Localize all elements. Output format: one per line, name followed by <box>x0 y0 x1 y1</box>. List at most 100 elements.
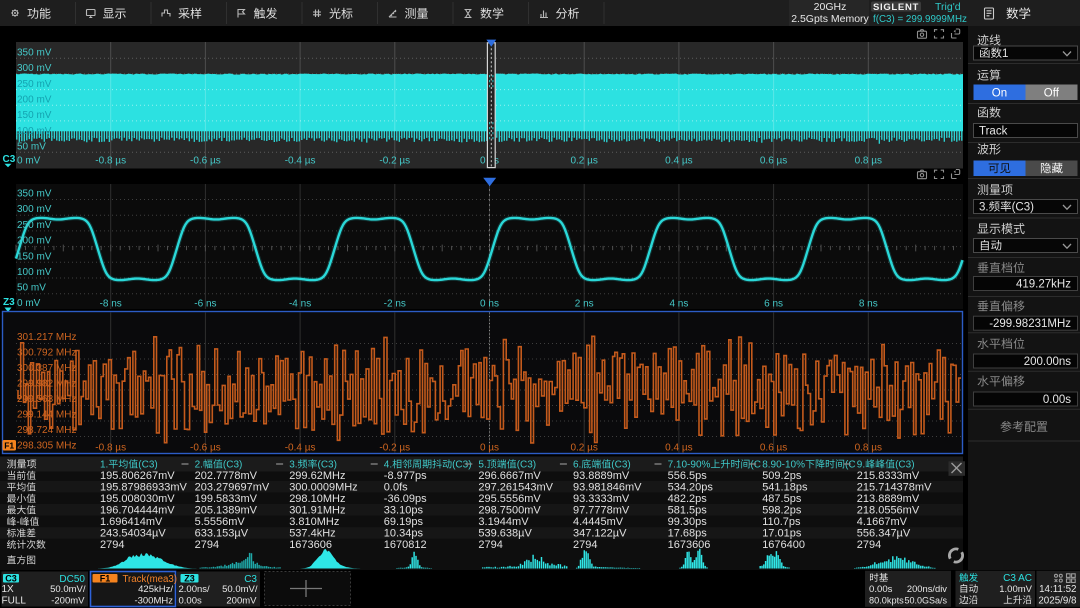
svg-text:2 ns: 2 ns <box>575 298 594 309</box>
svg-text:100 mV: 100 mV <box>17 267 52 278</box>
svg-text:1673606: 1673606 <box>668 539 711 551</box>
svg-text:300 mV: 300 mV <box>17 204 52 215</box>
svg-text:6.: 6. <box>573 460 581 471</box>
svg-text:33.10ps: 33.10ps <box>384 505 424 517</box>
svg-text:2.: 2. <box>195 460 203 471</box>
svg-text:3.1944mV: 3.1944mV <box>478 516 529 528</box>
svg-text:0.4 µs: 0.4 µs <box>665 443 692 454</box>
svg-text:298.305 MHz: 298.305 MHz <box>17 441 76 452</box>
svg-text:C3: C3 <box>5 574 17 584</box>
svg-text:0.4 µs: 0.4 µs <box>665 156 692 167</box>
svg-text:243.54034µV: 243.54034µV <box>100 528 166 540</box>
svg-text:195.806267mV: 195.806267mV <box>100 470 175 482</box>
svg-text:541.18ps: 541.18ps <box>762 482 808 494</box>
svg-text:2025/9/8: 2025/9/8 <box>1038 595 1077 606</box>
svg-text:301.91MHz: 301.91MHz <box>289 505 345 517</box>
svg-text:299.563 MHz: 299.563 MHz <box>17 394 76 405</box>
svg-text:0 ns: 0 ns <box>480 298 499 309</box>
svg-text:(C3): (C3) <box>611 460 630 471</box>
svg-text:1.696414mV: 1.696414mV <box>100 516 163 528</box>
svg-text:299.144 MHz: 299.144 MHz <box>17 410 76 421</box>
svg-text:537.4kHz: 537.4kHz <box>289 528 335 540</box>
svg-text:-0.4 µs: -0.4 µs <box>285 443 316 454</box>
svg-text:200 mV: 200 mV <box>17 236 52 247</box>
svg-text:f(C3) = 299.9999MHz: f(C3) = 299.9999MHz <box>873 14 967 25</box>
svg-text:301.217 MHz: 301.217 MHz <box>17 332 76 343</box>
svg-text:195.87986933mV: 195.87986933mV <box>100 482 188 494</box>
svg-text:50 mV: 50 mV <box>17 142 46 153</box>
svg-text:50.0GSa/s: 50.0GSa/s <box>904 595 947 605</box>
svg-text:93.3333mV: 93.3333mV <box>573 493 630 505</box>
svg-text:F1: F1 <box>100 574 111 584</box>
svg-text:1.00mV: 1.00mV <box>999 584 1032 595</box>
svg-text:1: 1 <box>1002 48 1008 60</box>
svg-text:2794: 2794 <box>195 539 219 551</box>
svg-text:2.00ns/: 2.00ns/ <box>179 584 211 595</box>
svg-text:5.: 5. <box>478 460 486 471</box>
svg-text:50 mV: 50 mV <box>17 283 46 294</box>
svg-text:(C3): (C3) <box>318 460 337 471</box>
svg-text:215.8333mV: 215.8333mV <box>857 470 920 482</box>
svg-text:0.6 µs: 0.6 µs <box>760 156 787 167</box>
svg-text:-8 ns: -8 ns <box>100 298 122 309</box>
svg-text:C3: C3 <box>3 154 16 165</box>
svg-text:-: - <box>16 517 19 528</box>
svg-text:-0.4 µs: -0.4 µs <box>285 156 316 167</box>
svg-text:-8.977ps: -8.977ps <box>384 470 427 482</box>
svg-text:-0.8 µs: -0.8 µs <box>95 156 126 167</box>
svg-text:6 ns: 6 ns <box>764 298 783 309</box>
svg-text:425kHz/: 425kHz/ <box>138 584 173 595</box>
svg-text:80.0kpts: 80.0kpts <box>869 595 904 605</box>
svg-text:581.5ps: 581.5ps <box>668 505 708 517</box>
svg-text:99.30ps: 99.30ps <box>668 516 708 528</box>
svg-text:7.10-90%: 7.10-90% <box>668 460 711 471</box>
svg-text:8.90-10%: 8.90-10% <box>762 460 805 471</box>
svg-text:(C3): (C3) <box>895 460 914 471</box>
svg-text:17.01ps: 17.01ps <box>762 528 802 540</box>
svg-text:250 mV: 250 mV <box>17 79 52 90</box>
svg-text:-299.98231MHz: -299.98231MHz <box>989 318 1071 330</box>
svg-text:-2 ns: -2 ns <box>384 298 406 309</box>
svg-text:5.5556mV: 5.5556mV <box>195 516 246 528</box>
svg-text:4.1667mV: 4.1667mV <box>857 516 908 528</box>
svg-text:1.: 1. <box>100 460 108 471</box>
svg-text:8 ns: 8 ns <box>859 298 878 309</box>
svg-text:419.27kHz: 419.27kHz <box>1016 279 1071 291</box>
svg-text:97.7778mV: 97.7778mV <box>573 505 630 517</box>
svg-text:1676400: 1676400 <box>762 539 805 551</box>
svg-text:202.7778mV: 202.7778mV <box>195 470 258 482</box>
svg-text:0.2 µs: 0.2 µs <box>570 443 597 454</box>
svg-text:300.387 MHz: 300.387 MHz <box>17 363 76 374</box>
svg-text:295.5556mV: 295.5556mV <box>478 493 541 505</box>
svg-text:FULL: FULL <box>2 595 27 606</box>
svg-text:0.00s: 0.00s <box>179 595 202 606</box>
svg-text:-36.09ps: -36.09ps <box>384 493 427 505</box>
svg-text:300.792 MHz: 300.792 MHz <box>17 348 76 359</box>
svg-text:509.2ps: 509.2ps <box>762 470 802 482</box>
svg-text:300.0009MHz: 300.0009MHz <box>289 482 358 494</box>
svg-text:50.0mV/: 50.0mV/ <box>222 584 258 595</box>
svg-text:205.1389mV: 205.1389mV <box>195 505 258 517</box>
svg-text:213.8889mV: 213.8889mV <box>857 493 920 505</box>
svg-text:556.5ps: 556.5ps <box>668 470 708 482</box>
svg-text:534.20ps: 534.20ps <box>668 482 714 494</box>
svg-text:2.5Gpts Memory: 2.5Gpts Memory <box>791 13 869 25</box>
svg-text:199.5833mV: 199.5833mV <box>195 493 258 505</box>
svg-text:F1: F1 <box>4 441 14 451</box>
svg-text:299.62MHz: 299.62MHz <box>289 470 345 482</box>
svg-text:196.704444mV: 196.704444mV <box>100 505 175 517</box>
svg-text:556.347µV: 556.347µV <box>857 528 911 540</box>
svg-text:2794: 2794 <box>857 539 881 551</box>
svg-text:69.19ps: 69.19ps <box>384 516 424 528</box>
svg-text:296.6667mV: 296.6667mV <box>478 470 541 482</box>
svg-text:14:11:52: 14:11:52 <box>1039 584 1076 595</box>
svg-text:(C3): (C3) <box>517 460 536 471</box>
svg-text:110.7ps: 110.7ps <box>762 516 801 528</box>
svg-text:350 mV: 350 mV <box>17 47 52 58</box>
svg-text:598.2ps: 598.2ps <box>762 505 802 517</box>
svg-text:Off: Off <box>1044 87 1060 99</box>
svg-text:-0.6 µs: -0.6 µs <box>190 156 221 167</box>
svg-text:487.5ps: 487.5ps <box>762 493 802 505</box>
svg-text:2794: 2794 <box>478 539 502 551</box>
svg-text:-200mV: -200mV <box>51 595 85 606</box>
